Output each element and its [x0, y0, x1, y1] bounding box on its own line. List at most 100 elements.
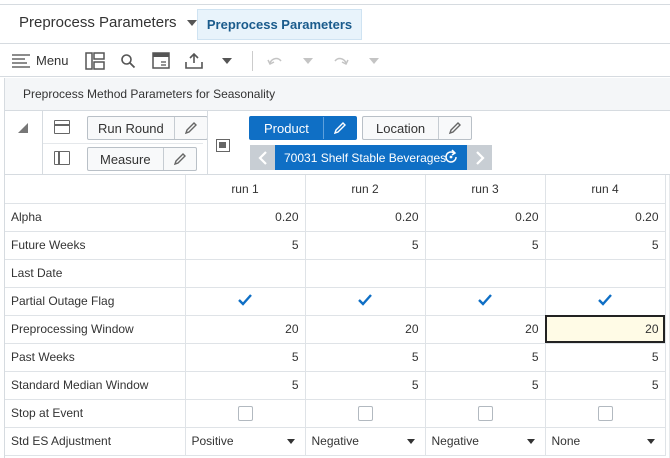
menu-button[interactable]: Menu	[12, 49, 69, 73]
dropdown-arrow-icon[interactable]	[286, 438, 295, 444]
grid-checkbox-cell[interactable]	[425, 399, 546, 428]
redo-button[interactable]	[329, 49, 353, 73]
grid-select-cell[interactable]: Negative	[425, 427, 546, 456]
menu-label: Menu	[36, 53, 69, 68]
select-value: Negative	[431, 434, 479, 448]
grid-cell[interactable]: 5	[545, 343, 666, 372]
undo-icon	[266, 57, 282, 65]
export-button[interactable]	[182, 49, 206, 73]
table-row: Future Weeks 5 5 5 5	[5, 231, 666, 260]
pencil-icon[interactable]	[324, 117, 356, 139]
selected-grid-cell[interactable]: 20	[545, 315, 666, 344]
grid-cell[interactable]: 0.20	[185, 203, 306, 232]
product-label: Product	[250, 117, 324, 139]
grid-checkbox-cell[interactable]	[305, 399, 426, 428]
checkmark-icon[interactable]	[357, 293, 373, 307]
grid-cell[interactable]: 5	[545, 231, 666, 260]
checkmark-icon[interactable]	[477, 293, 493, 307]
redo-dropdown[interactable]	[362, 49, 386, 73]
grid-cell[interactable]: 5	[545, 371, 666, 400]
grid-cell[interactable]	[425, 259, 546, 288]
dropdown-arrow-icon[interactable]	[526, 438, 535, 444]
dropdown-arrow-icon[interactable]	[406, 438, 415, 444]
column-header[interactable]: run 2	[305, 175, 426, 204]
tile-area-divider	[207, 111, 208, 175]
redo-icon	[333, 57, 349, 65]
data-grid: run 1 run 2 run 3 run 4 Alpha 0.20 0.20 0.2…	[5, 175, 666, 456]
checkbox[interactable]	[477, 405, 493, 421]
tile-area: Run Round Measure Product Location 70031…	[5, 111, 670, 175]
grid-select-cell[interactable]: None	[545, 427, 666, 456]
pivot-icon	[84, 51, 105, 70]
column-header[interactable]: run 1	[185, 175, 306, 204]
grid-corner-cell	[5, 175, 186, 204]
select-value: Negative	[311, 434, 359, 448]
grid-checkbox-cell[interactable]	[545, 399, 666, 428]
grid-cell[interactable]: 5	[425, 343, 546, 372]
grid-cell[interactable]	[305, 259, 426, 288]
pencil-icon[interactable]	[164, 148, 196, 170]
column-header[interactable]: run 4	[545, 175, 666, 204]
grid-select-cell[interactable]: Negative	[305, 427, 426, 456]
product-tile[interactable]: Product	[249, 116, 357, 140]
checkmark-icon[interactable]	[237, 293, 253, 307]
grid-cell[interactable]: 5	[185, 371, 306, 400]
grid-cell[interactable]: 5	[425, 371, 546, 400]
row-header: Partial Outage Flag	[5, 287, 186, 316]
measure-tile[interactable]: Measure	[87, 147, 197, 171]
grid-cell[interactable]: 5	[425, 231, 546, 260]
grid-cell[interactable]: 5	[305, 343, 426, 372]
run-round-tile[interactable]: Run Round	[87, 116, 208, 140]
page-axis-icon	[216, 139, 230, 152]
page-value-selector[interactable]: 70031 Shelf Stable Beverages	[275, 145, 467, 170]
grid-cell[interactable]	[545, 259, 666, 288]
row-header: Std ES Adjustment	[5, 427, 186, 456]
page-value-label: 70031 Shelf Stable Beverages	[284, 150, 447, 165]
grid-cell[interactable]	[185, 259, 306, 288]
location-tile[interactable]: Location	[362, 116, 473, 140]
panel-title: Preprocess Method Parameters for Seasona…	[5, 78, 670, 111]
grid-cell[interactable]: 0.20	[545, 203, 666, 232]
grid-cell[interactable]: 0.20	[425, 203, 546, 232]
column-header[interactable]: run 3	[425, 175, 546, 204]
grid-cell[interactable]: 5	[305, 371, 426, 400]
grid-cell[interactable]: 20	[185, 315, 306, 344]
pencil-icon[interactable]	[175, 117, 207, 139]
search-button[interactable]	[116, 49, 140, 73]
caret-down-icon	[186, 19, 197, 26]
tab-preprocess-parameters[interactable]: Preprocess Parameters	[197, 9, 362, 40]
grid-checkbox-cell[interactable]	[185, 287, 306, 316]
previous-page-button[interactable]	[250, 145, 275, 170]
grid-cell[interactable]: 5	[185, 343, 306, 372]
header-divider	[0, 4, 670, 5]
grid-checkbox-cell[interactable]	[185, 399, 306, 428]
pencil-icon[interactable]	[439, 117, 471, 139]
table-row: Std ES Adjustment Positive Negative Negativ…	[5, 427, 666, 456]
grid-header-row: run 1 run 2 run 3 run 4	[5, 175, 666, 204]
search-icon	[120, 53, 135, 68]
view-selector[interactable]: Preprocess Parameters	[19, 14, 197, 31]
reset-icon[interactable]	[443, 149, 459, 165]
more-options-button[interactable]	[215, 49, 239, 73]
grid-checkbox-cell[interactable]	[305, 287, 426, 316]
grid-checkbox-cell[interactable]	[545, 287, 666, 316]
grid-cell[interactable]: 20	[425, 315, 546, 344]
undo-button[interactable]	[263, 49, 287, 73]
grid-cell[interactable]: 5	[305, 231, 426, 260]
grid-cell[interactable]: 5	[185, 231, 306, 260]
grid-checkbox-cell[interactable]	[425, 287, 546, 316]
pivot-button[interactable]	[83, 49, 107, 73]
calculator-button[interactable]	[149, 49, 173, 73]
grid-cell[interactable]: 20	[305, 315, 426, 344]
undo-dropdown[interactable]	[296, 49, 320, 73]
collapse-triangle-icon[interactable]	[18, 123, 28, 133]
row-header: Preprocessing Window	[5, 315, 186, 344]
checkbox[interactable]	[237, 405, 253, 421]
next-page-button[interactable]	[467, 145, 492, 170]
grid-cell[interactable]: 0.20	[305, 203, 426, 232]
checkmark-icon[interactable]	[597, 293, 613, 307]
checkbox[interactable]	[357, 405, 373, 421]
dropdown-arrow-icon[interactable]	[646, 438, 655, 444]
grid-select-cell[interactable]: Positive	[185, 427, 306, 456]
checkbox[interactable]	[597, 405, 613, 421]
